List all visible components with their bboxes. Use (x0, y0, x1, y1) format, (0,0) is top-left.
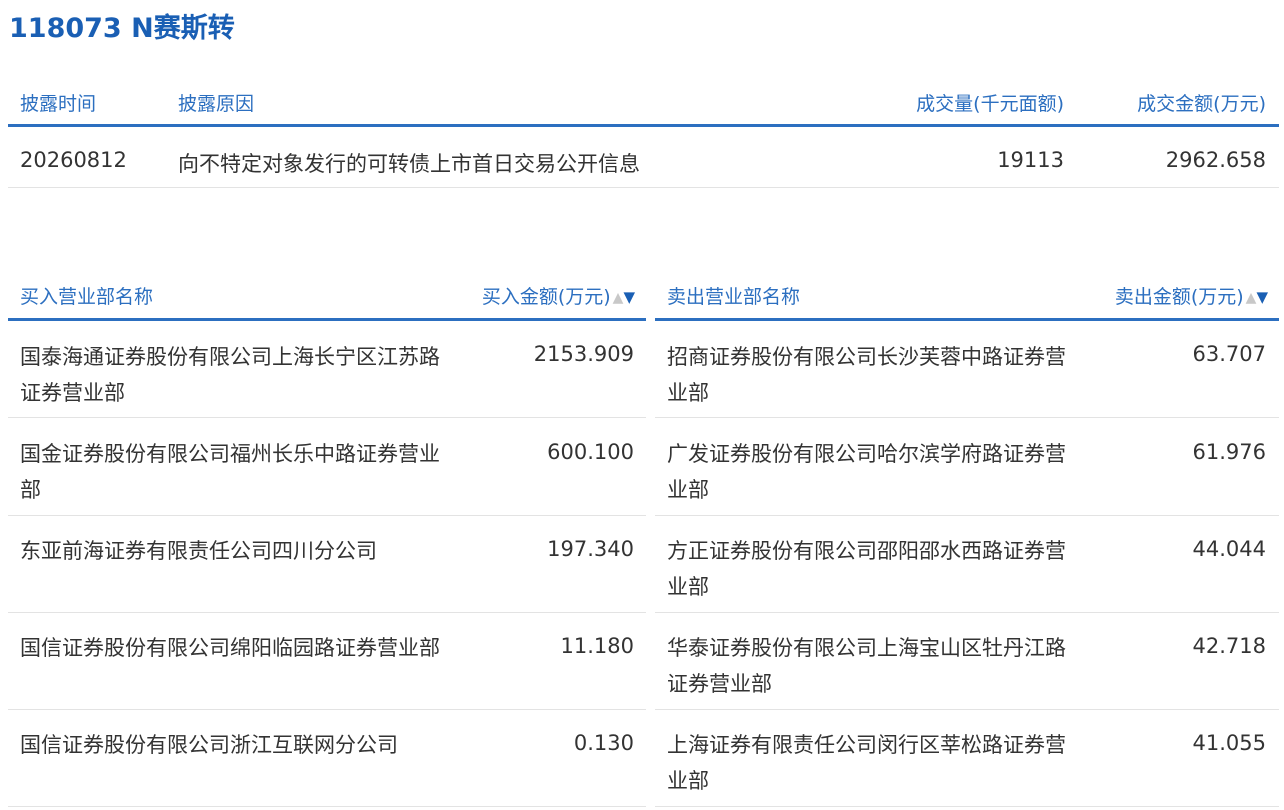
row-divider (8, 612, 646, 613)
sell-broker-name: 广发证券股份有限公司哈尔滨学府路证券营业部 (667, 442, 1066, 502)
sell-header-amount[interactable]: 卖出金额(万元) ▲▼ (1115, 282, 1268, 309)
header-date: 披露时间 (20, 93, 97, 115)
row-divider (655, 417, 1279, 418)
row-reason: 向不特定对象发行的可转债上市首日交易公开信息 (178, 152, 640, 176)
sort-down-icon: ▼ (1256, 288, 1268, 306)
sell-amount: 44.044 (1192, 537, 1266, 561)
sell-header-name: 卖出营业部名称 (667, 286, 801, 308)
row-amount: 2962.658 (1165, 148, 1266, 172)
row-divider (655, 806, 1279, 807)
sell-broker-name: 上海证券有限责任公司闵行区莘松路证券营业部 (667, 733, 1066, 793)
buy-header-name: 买入营业部名称 (20, 286, 154, 308)
sell-broker-name: 华泰证券股份有限公司上海宝山区牡丹江路证券营业部 (667, 636, 1066, 696)
sort-up-icon: ▲ (612, 290, 624, 306)
sell-broker-name: 方正证券股份有限公司邵阳邵水西路证券营业部 (667, 539, 1066, 599)
header-amount: 成交金额(万元) (1137, 93, 1266, 115)
sell-header-divider (655, 318, 1279, 321)
buy-amount: 600.100 (547, 440, 634, 464)
sell-header-amount-label: 卖出金额(万元) (1114, 286, 1244, 308)
sort-toggle[interactable]: ▲▼ (613, 288, 635, 306)
header-volume: 成交量(千元面额) (916, 93, 1064, 115)
buy-header-amount-label: 买入金额(万元) (481, 286, 611, 308)
summary-header-divider (8, 124, 1279, 127)
row-divider (655, 709, 1279, 710)
row-divider (8, 417, 646, 418)
sell-amount: 42.718 (1192, 634, 1266, 658)
sort-down-icon: ▼ (623, 288, 635, 306)
buy-amount: 0.130 (573, 731, 634, 755)
buy-header-divider (8, 318, 646, 321)
buy-amount: 2153.909 (533, 342, 634, 366)
buy-broker-name: 国金证券股份有限公司福州长乐中路证券营业部 (20, 442, 440, 502)
buy-amount: 197.340 (547, 537, 634, 561)
row-divider (8, 806, 646, 807)
row-divider (655, 612, 1279, 613)
sell-amount: 63.707 (1192, 342, 1266, 366)
sell-broker-name: 招商证券股份有限公司长沙芙蓉中路证券营业部 (667, 345, 1066, 405)
buy-amount: 11.180 (560, 634, 634, 658)
row-volume: 19113 (997, 148, 1064, 172)
row-divider (655, 515, 1279, 516)
row-date: 20260812 (20, 148, 127, 172)
buy-broker-name: 国泰海通证券股份有限公司上海长宁区江苏路证券营业部 (20, 345, 440, 405)
sell-amount: 61.976 (1192, 440, 1266, 464)
sell-amount: 41.055 (1192, 731, 1266, 755)
sort-toggle[interactable]: ▲▼ (1246, 288, 1268, 306)
summary-row-divider (8, 187, 1279, 188)
page-title: 118073 N赛斯转 (9, 13, 235, 44)
buy-broker-name: 东亚前海证券有限责任公司四川分公司 (20, 539, 377, 563)
buy-broker-name: 国信证券股份有限公司绵阳临园路证券营业部 (20, 636, 440, 660)
row-divider (8, 709, 646, 710)
sort-up-icon: ▲ (1245, 290, 1257, 306)
buy-header-amount[interactable]: 买入金额(万元) ▲▼ (482, 282, 635, 309)
header-reason: 披露原因 (178, 93, 255, 115)
row-divider (8, 515, 646, 516)
buy-broker-name: 国信证券股份有限公司浙江互联网分公司 (20, 733, 398, 757)
